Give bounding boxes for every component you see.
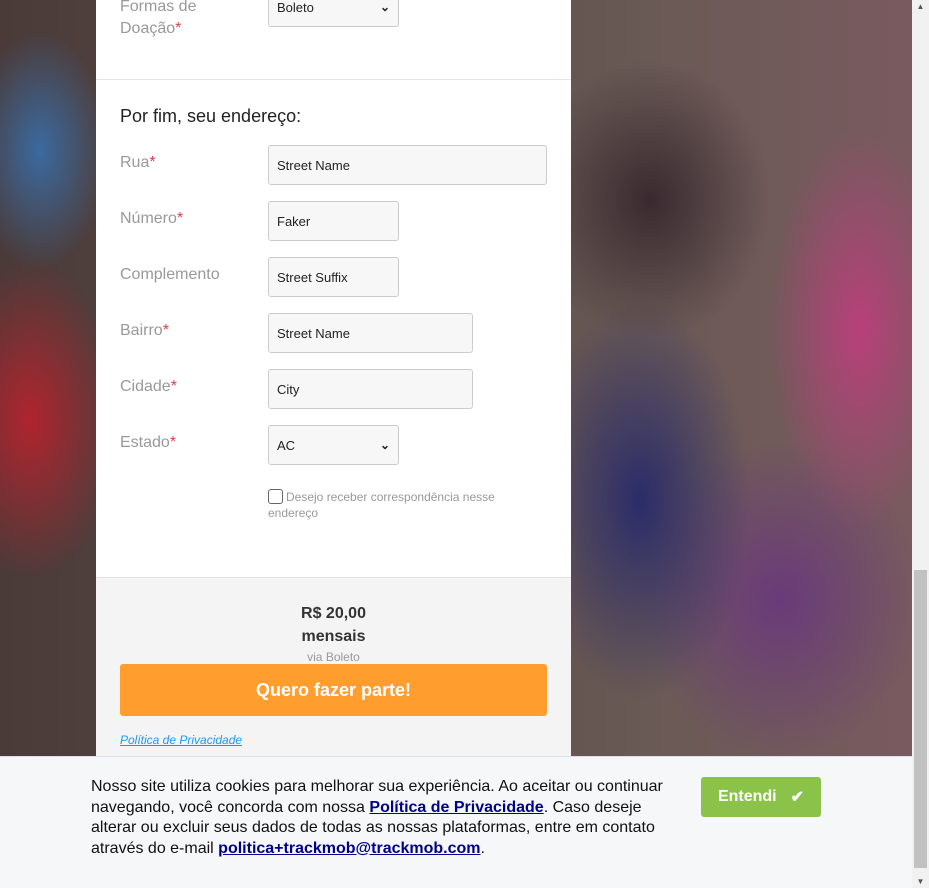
- state-label: Estado*: [120, 434, 177, 451]
- submit-button[interactable]: Quero fazer parte!: [120, 664, 547, 716]
- complement-label: Complemento: [120, 266, 220, 283]
- cookie-privacy-link[interactable]: Política de Privacidade: [369, 799, 543, 816]
- summary-footer: R$ 20,00 mensais via Boleto Quero fazer …: [96, 577, 571, 760]
- payment-method: via Boleto: [307, 650, 360, 664]
- period: mensais: [301, 628, 366, 645]
- street-label: Rua*: [120, 154, 156, 171]
- cookie-email-link[interactable]: politica+trackmob@trackmob.com: [218, 840, 480, 857]
- donation-method-label: Formas de Doação*: [120, 0, 197, 37]
- neighborhood-label: Bairro*: [120, 322, 169, 339]
- chevron-down-icon: ⌄: [379, 0, 390, 14]
- divider: [96, 79, 571, 80]
- mail-checkbox-row[interactable]: Desejo receber correspondência nesse end…: [268, 489, 528, 521]
- donation-form-panel: Formas de Doação* Boleto ⌄ Por fim, seu e…: [96, 0, 571, 760]
- complement-input[interactable]: Street Suffix: [268, 257, 399, 297]
- neighborhood-input[interactable]: Street Name: [268, 313, 473, 353]
- amount: R$ 20,00: [301, 605, 366, 622]
- privacy-link[interactable]: Política de Privacidade: [120, 733, 242, 747]
- mail-checkbox[interactable]: [268, 489, 283, 504]
- scroll-down-icon[interactable]: ▼: [912, 877, 929, 886]
- cookie-text: Nosso site utiliza cookies para melhorar…: [91, 778, 663, 857]
- scrollbar-thumb[interactable]: [914, 570, 927, 868]
- city-label: Cidade*: [120, 378, 177, 395]
- number-label: Número*: [120, 210, 184, 227]
- scrollbar[interactable]: ▲ ▼: [912, 0, 929, 888]
- chevron-down-icon: ⌄: [379, 438, 390, 452]
- mail-checkbox-label: Desejo receber correspondência nesse end…: [268, 490, 495, 520]
- cookie-banner: Nosso site utiliza cookies para melhorar…: [0, 756, 912, 888]
- scroll-up-icon[interactable]: ▲: [912, 2, 929, 11]
- state-select[interactable]: AC ⌄: [268, 425, 399, 465]
- city-input[interactable]: City: [268, 369, 473, 409]
- donation-method-select[interactable]: Boleto ⌄: [268, 0, 399, 27]
- accept-cookies-button[interactable]: Entendi ✔: [701, 777, 821, 817]
- address-heading: Por fim, seu endereço:: [120, 106, 302, 126]
- number-input[interactable]: Faker: [268, 201, 399, 241]
- checkmark-icon: ✔: [790, 789, 805, 806]
- street-input[interactable]: Street Name: [268, 145, 547, 185]
